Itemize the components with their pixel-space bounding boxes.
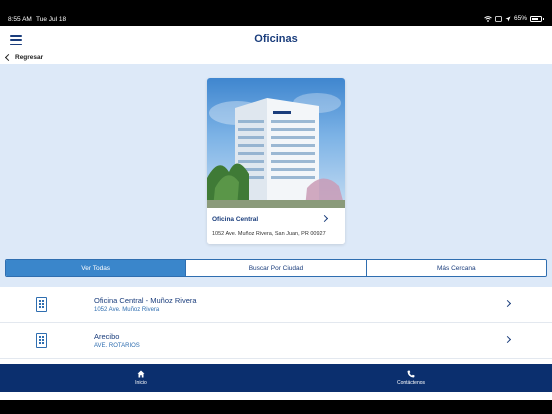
- tab-mas-cercana[interactable]: Más Cercana: [366, 260, 546, 276]
- list-item[interactable]: Oficina Central - Muñoz Rivera 1052 Ave.…: [0, 287, 552, 323]
- location-icon: [505, 16, 511, 21]
- office-name: Arecibo: [94, 332, 120, 341]
- building-icon: [36, 297, 47, 312]
- tab-inicio-label: Inicio: [135, 380, 147, 386]
- tab-ver-todas[interactable]: Ver Todas: [6, 260, 187, 276]
- phone-icon: [407, 370, 415, 378]
- app-screen: Oficinas Regresar Oficina Central 1052 A…: [0, 26, 552, 400]
- chevron-left-icon: [4, 53, 13, 62]
- office-name: Oficina Central - Muñoz Rivera: [94, 296, 197, 305]
- tab-contactenos-label: Contáctenos: [396, 380, 426, 386]
- featured-office-address: 1052 Ave. Muñoz Rivera, San Juan, PR 009…: [212, 231, 326, 237]
- building-icon: [36, 333, 47, 348]
- tab-buscar-por-ciudad[interactable]: Buscar Por Ciudad: [186, 260, 367, 276]
- tab-inicio[interactable]: Inicio: [81, 364, 201, 392]
- home-icon: [137, 370, 145, 378]
- featured-office-info: Oficina Central 1052 Ave. Muñoz Rivera, …: [207, 208, 345, 244]
- back-label: Regresar: [15, 54, 44, 61]
- chevron-right-icon: [503, 335, 512, 344]
- chevron-right-icon: [320, 214, 329, 223]
- office-address: 1052 Ave. Muñoz Rivera: [94, 307, 160, 313]
- list-item[interactable]: Arecibo AVE. ROTARIOS: [0, 323, 552, 359]
- office-building-photo: [207, 78, 345, 208]
- home-indicator[interactable]: [204, 394, 349, 397]
- status-bar: 8:55 AM Tue Jul 18 65%: [0, 0, 552, 26]
- battery-percent: 65%: [513, 15, 527, 22]
- page-title: Oficinas: [254, 33, 298, 45]
- featured-office-title: Oficina Central: [212, 216, 259, 223]
- back-button[interactable]: Regresar: [4, 53, 44, 62]
- screen-lock-icon: [495, 15, 502, 22]
- battery-icon: [530, 15, 544, 22]
- bottom-tab-bar: Inicio Contáctenos: [0, 364, 552, 392]
- navigation-bar: Oficinas: [0, 26, 552, 64]
- status-date: Tue Jul 18: [36, 16, 67, 23]
- featured-office-card[interactable]: Oficina Central 1052 Ave. Muñoz Rivera, …: [207, 78, 345, 244]
- filter-segmented-control: Ver Todas Buscar Por Ciudad Más Cercana: [5, 259, 547, 277]
- office-address: AVE. ROTARIOS: [94, 343, 140, 349]
- wifi-icon: [484, 15, 492, 22]
- status-indicators: 65%: [484, 15, 544, 22]
- tab-contactenos[interactable]: Contáctenos: [351, 364, 471, 392]
- chevron-right-icon: [503, 299, 512, 308]
- status-time: 8:55 AM: [8, 16, 32, 23]
